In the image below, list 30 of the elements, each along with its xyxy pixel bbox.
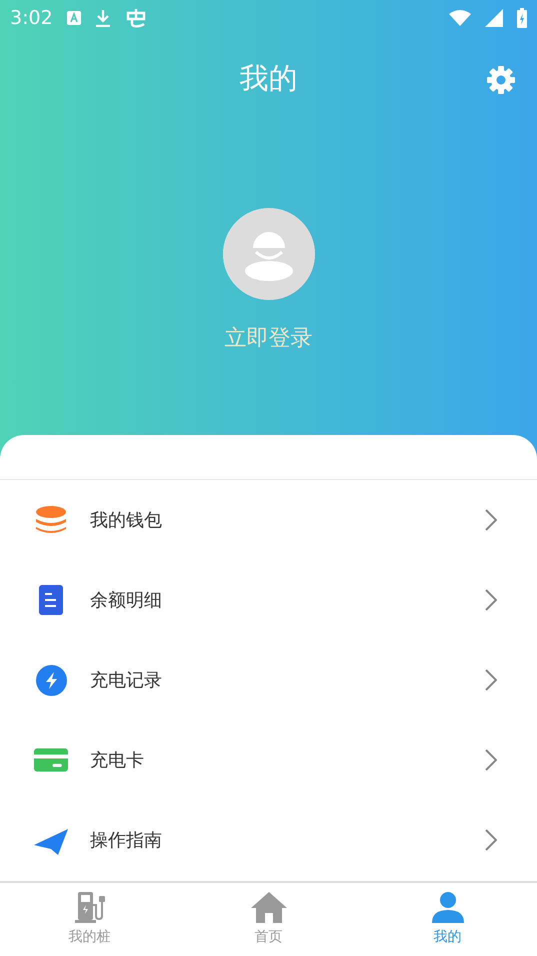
- status-time: 3:02: [10, 6, 53, 31]
- lightning-icon: [36, 664, 66, 696]
- settings-icon[interactable]: [485, 64, 517, 96]
- menu-label: 我的钱包: [90, 508, 163, 532]
- chevron-icon: [485, 749, 497, 771]
- chevron-icon: [485, 669, 497, 691]
- menu-item[interactable]: 我的钱包: [0, 480, 537, 560]
- keyboard-icon: [66, 11, 81, 25]
- home-icon: [250, 891, 286, 923]
- menu-label: 充电卡: [90, 748, 145, 772]
- page-title: 我的: [240, 60, 298, 98]
- avatar-icon[interactable]: [222, 208, 314, 300]
- menu-label: 余额明细: [90, 588, 163, 612]
- chevron-icon: [485, 509, 497, 531]
- menu-label: 充电记录: [90, 668, 163, 692]
- chevron-icon: [485, 589, 497, 611]
- chevron-icon: [485, 829, 497, 851]
- document-icon: [39, 585, 63, 615]
- person-icon: [432, 891, 464, 923]
- signal-icon: [485, 9, 503, 27]
- menu-item[interactable]: 操作指南: [0, 800, 537, 880]
- coins-icon: [35, 505, 67, 535]
- menu-item[interactable]: 充电记录: [0, 640, 537, 720]
- charger-icon: [74, 891, 104, 923]
- menu-item[interactable]: 余额明细: [0, 560, 537, 640]
- download-icon: [94, 9, 111, 27]
- menu-label: 操作指南: [90, 828, 163, 852]
- menu-item[interactable]: 充电卡: [0, 720, 537, 800]
- battery-icon: [517, 8, 527, 28]
- wifi-icon: [449, 10, 471, 26]
